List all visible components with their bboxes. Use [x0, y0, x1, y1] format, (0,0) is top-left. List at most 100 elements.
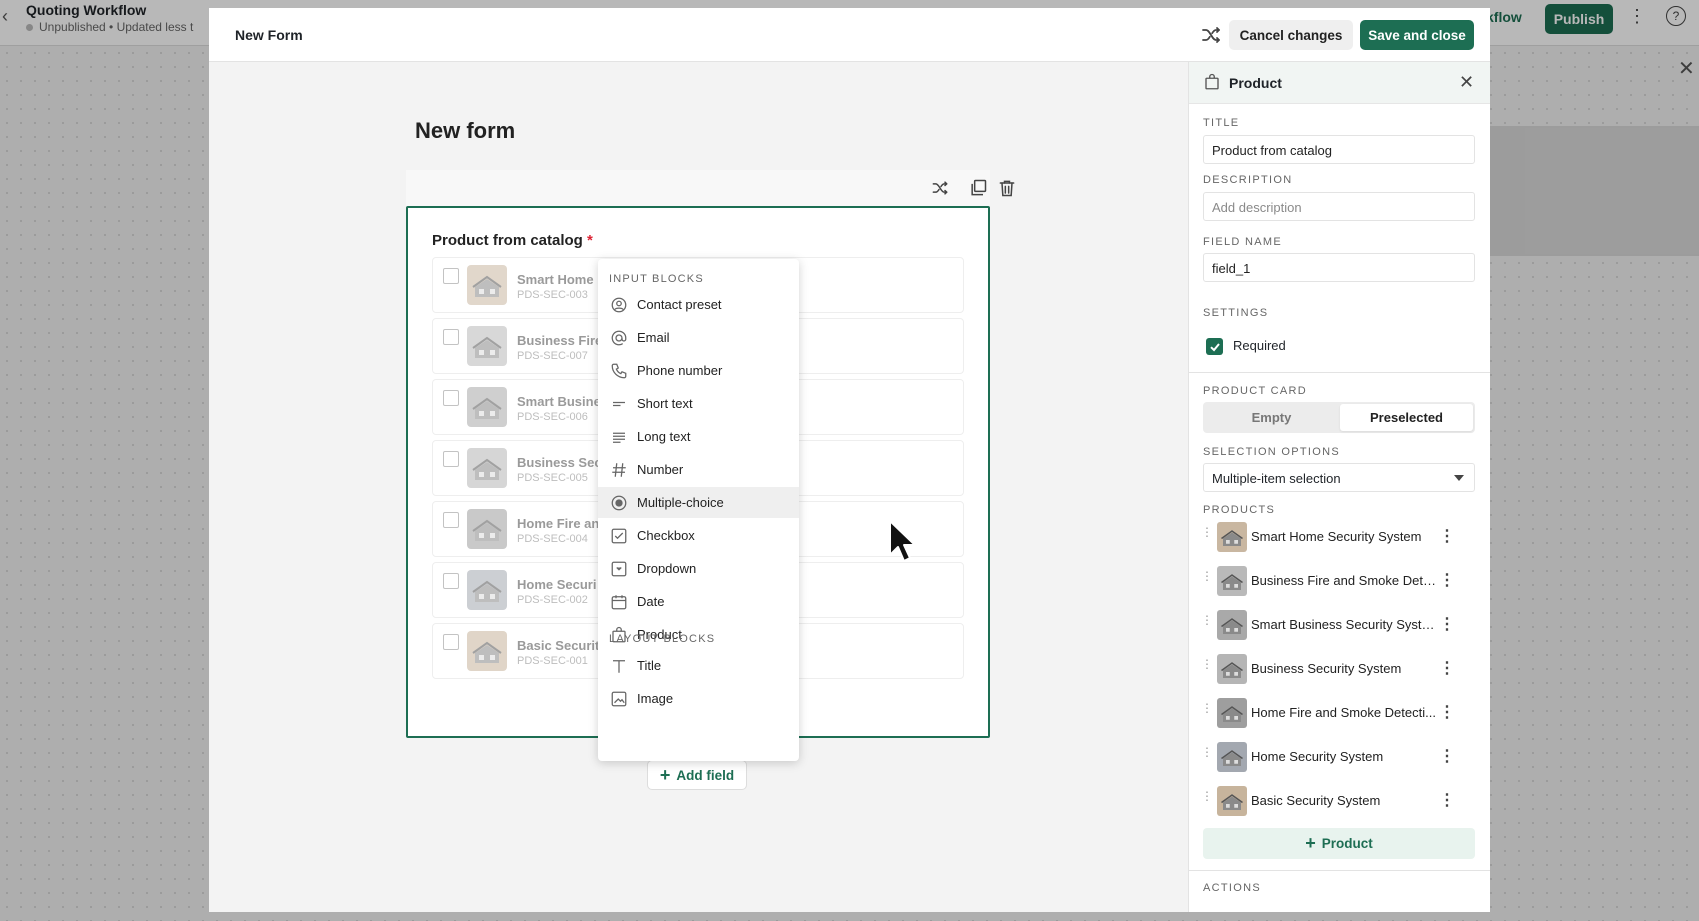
product-thumbnail-icon [1217, 742, 1247, 772]
phone-icon [609, 361, 629, 381]
menu-item-number[interactable]: Number [598, 454, 799, 485]
selection-options-select[interactable]: Multiple-item selection [1203, 463, 1475, 492]
field-name-input[interactable]: field_1 [1203, 253, 1475, 282]
menu-item-contact-preset[interactable]: Contact preset [598, 289, 799, 320]
chevron-down-icon [1454, 475, 1464, 481]
duplicate-icon[interactable] [968, 178, 988, 198]
field-name-label: FIELD NAME [1203, 236, 1283, 248]
menu-item-label: Image [637, 691, 674, 706]
mouse-cursor-icon [889, 520, 916, 562]
product-name: Home Fire an [517, 516, 600, 531]
product-name: Smart Busine [517, 394, 601, 409]
panel-product-name: Basic Security System [1251, 793, 1381, 808]
panel-product-item[interactable]: ⋮⋮ Business Security System ⋮ [1189, 651, 1490, 687]
menu-item-email[interactable]: Email [598, 322, 799, 353]
checkmark-icon [1209, 342, 1220, 351]
product-name: Smart Home [517, 272, 594, 287]
more-icon[interactable]: ⋮ [1439, 746, 1455, 766]
more-icon[interactable]: ⋮ [1439, 526, 1455, 546]
option-preselected[interactable]: Preselected [1340, 404, 1473, 431]
add-product-button[interactable]: + Product [1203, 828, 1475, 859]
menu-item-label: Multiple-choice [637, 495, 724, 510]
products-label: PRODUCTS [1203, 504, 1276, 516]
product-name: Basic Securit [517, 638, 600, 653]
trash-icon[interactable] [997, 178, 1017, 198]
selection-value: Multiple-item selection [1212, 471, 1341, 486]
product-checkbox[interactable] [443, 512, 459, 528]
product-checkbox[interactable] [443, 573, 459, 589]
panel-product-name: Business Security System [1251, 661, 1402, 676]
shuffle-icon[interactable] [1199, 23, 1223, 47]
image-icon [609, 689, 629, 709]
product-checkbox[interactable] [443, 634, 459, 650]
block-toolbar [406, 170, 1015, 206]
product-checkbox[interactable] [443, 390, 459, 406]
required-mark: * [587, 232, 593, 249]
product-image [1217, 610, 1247, 640]
menu-item-checkbox[interactable]: Checkbox [598, 520, 799, 551]
add-field-button[interactable]: + Add field [647, 760, 747, 790]
form-heading[interactable]: New form [415, 118, 515, 144]
product-checkbox[interactable] [443, 451, 459, 467]
menu-item-long-text[interactable]: Long text [598, 421, 799, 452]
product-image [1217, 522, 1247, 552]
menu-item-image[interactable]: Image [598, 683, 799, 714]
more-icon[interactable]: ⋮ [1439, 570, 1455, 590]
menu-item-label: Long text [637, 429, 691, 444]
panel-product-item[interactable]: ⋮⋮ Home Fire and Smoke Detecti... ⋮ [1189, 695, 1490, 731]
menu-item-dropdown[interactable]: Dropdown [598, 553, 799, 584]
menu-item-label: Number [637, 462, 684, 477]
panel-product-item[interactable]: ⋮⋮ Smart Home Security System ⋮ [1189, 519, 1490, 555]
product-checkbox[interactable] [443, 329, 459, 345]
title-label: TITLE [1203, 117, 1240, 129]
shuffle-icon[interactable] [930, 178, 950, 198]
description-input[interactable]: Add description [1203, 192, 1475, 221]
product-name: Business Sec [517, 455, 602, 470]
menu-item-label: Date [637, 594, 665, 609]
menu-item-date[interactable]: Date [598, 586, 799, 617]
product-image [467, 387, 507, 427]
hash-icon [609, 460, 629, 480]
menu-item-label: Dropdown [637, 561, 697, 576]
panel-product-item[interactable]: ⋮⋮ Smart Business Security System ⋮ [1189, 607, 1490, 643]
field-settings-panel: Product ✕ TITLE Product from catalog DES… [1188, 62, 1490, 912]
modal-header: New Form Cancel changes Save and close [209, 8, 1490, 62]
save-and-close-button[interactable]: Save and close [1360, 20, 1474, 50]
product-image [467, 570, 507, 610]
dropdown-icon [609, 559, 629, 579]
cancel-changes-button[interactable]: Cancel changes [1229, 20, 1353, 50]
product-image [1217, 698, 1247, 728]
product-thumbnail-icon [467, 631, 507, 671]
product-image [467, 448, 507, 488]
product-name: Business Fire [517, 333, 603, 348]
menu-item-phone-number[interactable]: Phone number [598, 355, 799, 386]
modal-title: New Form [235, 27, 303, 43]
more-icon[interactable]: ⋮ [1439, 790, 1455, 810]
required-checkbox[interactable] [1206, 338, 1223, 355]
panel-product-item[interactable]: ⋮⋮ Basic Security System ⋮ [1189, 783, 1490, 819]
more-icon[interactable]: ⋮ [1439, 614, 1455, 634]
panel-product-name: Home Security System [1251, 749, 1384, 764]
field-label-text: Product from catalog [432, 232, 583, 249]
product-thumbnail-icon [467, 387, 507, 427]
title-input[interactable]: Product from catalog [1203, 135, 1475, 164]
panel-product-item[interactable]: ⋮⋮ Business Fire and Smoke Dete... ⋮ [1189, 563, 1490, 599]
product-checkbox[interactable] [443, 268, 459, 284]
menu-item-short-text[interactable]: Short text [598, 388, 799, 419]
more-icon[interactable]: ⋮ [1439, 658, 1455, 678]
divider [1189, 870, 1490, 871]
more-icon[interactable]: ⋮ [1439, 702, 1455, 722]
close-icon[interactable]: ✕ [1459, 72, 1474, 93]
checkbox-icon [609, 526, 629, 546]
at-icon [609, 328, 629, 348]
product-image [1217, 654, 1247, 684]
add-field-label: Add field [676, 767, 735, 783]
product-sku: PDS-SEC-004 [517, 533, 588, 545]
option-empty[interactable]: Empty [1205, 404, 1338, 431]
menu-item-title[interactable]: Title [598, 650, 799, 681]
panel-product-item[interactable]: ⋮⋮ Home Security System ⋮ [1189, 739, 1490, 775]
product-thumbnail-icon [1217, 610, 1247, 640]
settings-label: SETTINGS [1203, 307, 1269, 319]
menu-item-multiple-choice[interactable]: Multiple-choice [598, 487, 799, 518]
bag-icon [1205, 73, 1219, 90]
